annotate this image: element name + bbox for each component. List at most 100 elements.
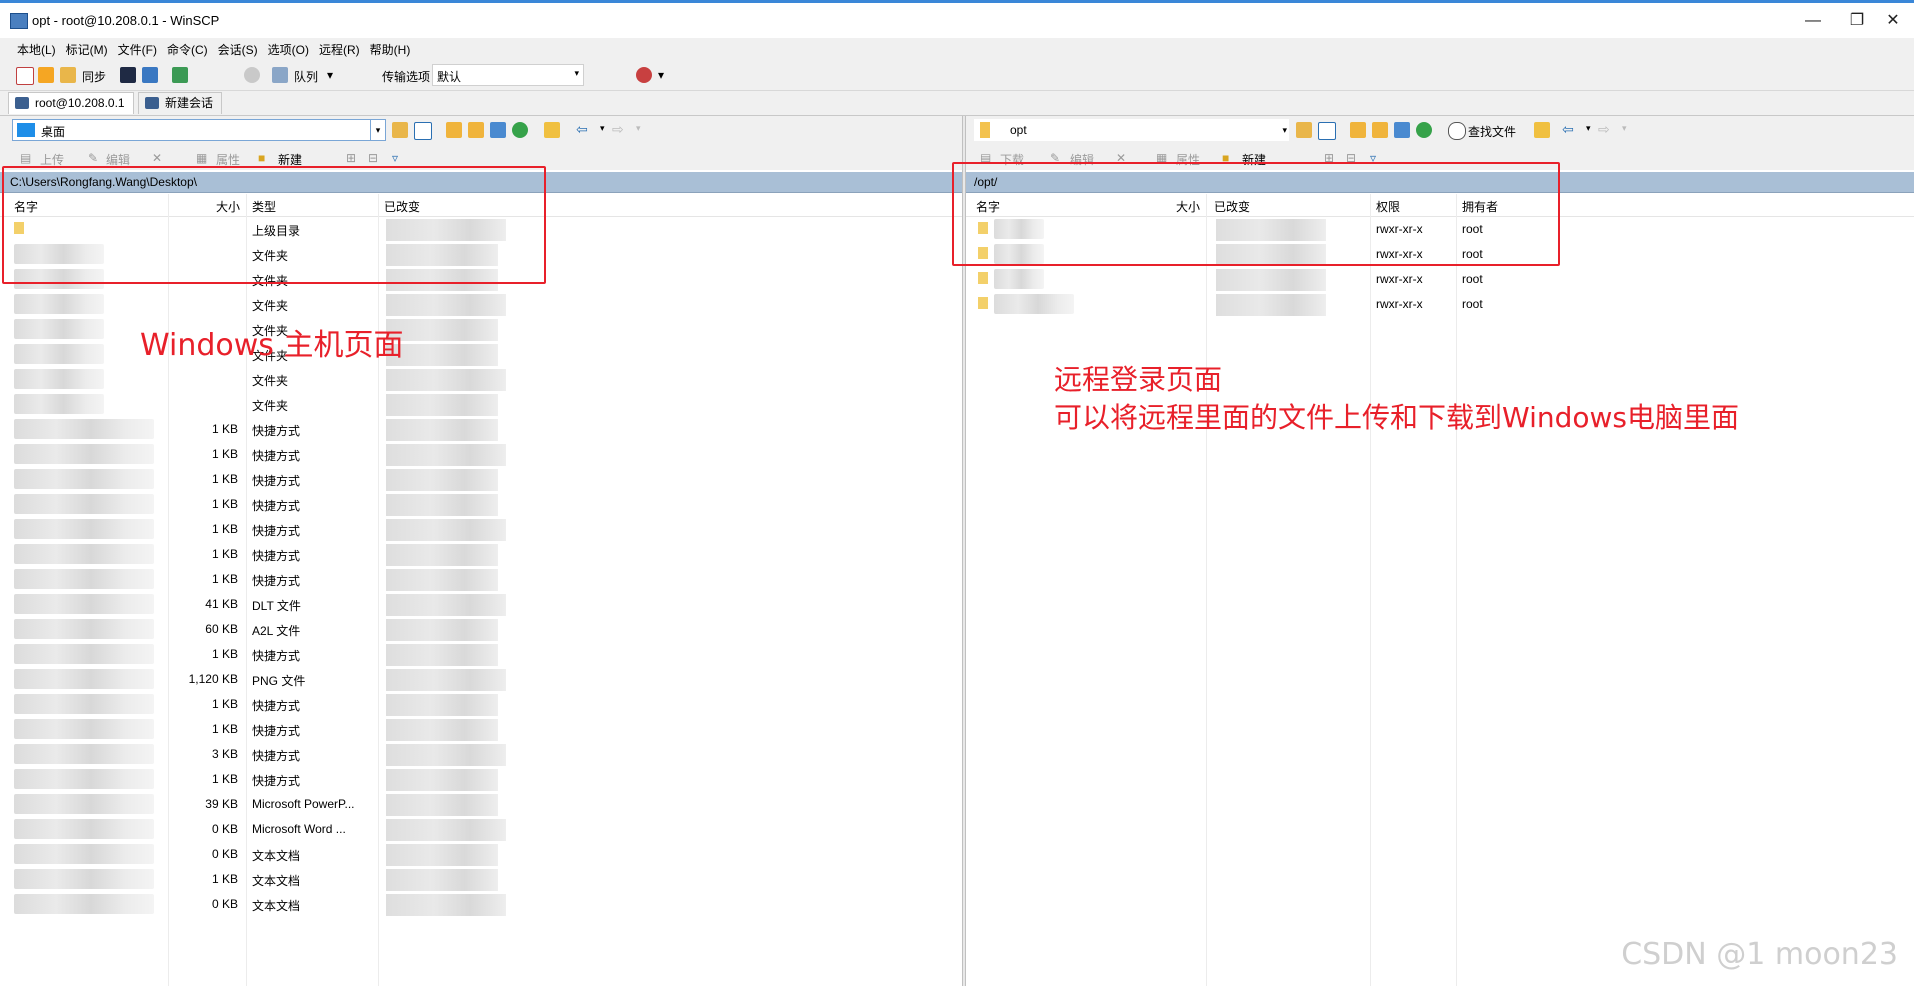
menu-file[interactable]: 文件(F) [113, 38, 162, 61]
menu-local[interactable]: 本地(L) [12, 38, 61, 61]
table-row[interactable]: 1 KB 快捷方式 [0, 766, 962, 791]
find-files-button[interactable]: 查找文件 [1468, 123, 1516, 140]
table-row[interactable]: rwxr-xr-x root [966, 266, 1914, 291]
transfer-preset-select[interactable]: 默认 ▾ [432, 64, 584, 86]
table-row[interactable]: 3 KB 快捷方式 [0, 741, 962, 766]
search-icon[interactable] [1448, 122, 1466, 140]
table-row[interactable]: 文件夹 [0, 291, 962, 316]
open-folder-icon[interactable] [1296, 122, 1312, 138]
disconnect-dropdown-icon[interactable]: ▾ [658, 68, 664, 82]
file-type: 快捷方式 [252, 449, 301, 463]
queue-dropdown-icon[interactable]: ▾ [327, 68, 333, 82]
forward-dropdown-icon[interactable]: ▾ [1622, 123, 1627, 134]
menu-help[interactable]: 帮助(H) [365, 38, 416, 61]
table-row[interactable]: 1 KB 快捷方式 [0, 691, 962, 716]
tab-session[interactable]: root@10.208.0.1 [8, 92, 134, 114]
table-row[interactable]: 1 KB 快捷方式 [0, 541, 962, 566]
redacted-modified-date [386, 444, 506, 466]
minimize-button[interactable]: — [1790, 7, 1836, 35]
properties-icon[interactable]: ▦ [196, 151, 207, 165]
back-icon[interactable]: ⇦ [576, 121, 588, 138]
menu-mark[interactable]: 标记(M) [61, 38, 113, 61]
explore-icon[interactable] [38, 67, 54, 83]
putty-icon[interactable] [142, 67, 158, 83]
upload-icon[interactable]: ▤ [20, 151, 31, 165]
table-row[interactable]: 1 KB 快捷方式 [0, 516, 962, 541]
tree-icon[interactable] [1534, 122, 1550, 138]
menu-command[interactable]: 命令(C) [162, 38, 213, 61]
refresh-icon[interactable] [512, 122, 528, 138]
compare-icon[interactable] [16, 67, 34, 85]
table-row[interactable]: 0 KB 文本文档 [0, 891, 962, 916]
parent-dir-icon[interactable] [1350, 122, 1366, 138]
tab-new-session[interactable]: 新建会话 [138, 92, 223, 114]
root-dir-icon[interactable] [468, 122, 484, 138]
parent-dir-icon[interactable] [446, 122, 462, 138]
back-dropdown-icon[interactable]: ▾ [600, 123, 605, 134]
table-row[interactable]: 0 KB Microsoft Word ... [0, 816, 962, 841]
file-type: 快捷方式 [252, 774, 301, 788]
redacted-file-name [14, 619, 154, 639]
gear-icon[interactable] [244, 67, 260, 83]
queue-button[interactable]: 队列 [294, 68, 318, 85]
table-row[interactable]: 文件夹 [0, 366, 962, 391]
table-row[interactable]: 1 KB 快捷方式 [0, 491, 962, 516]
new-folder-icon[interactable]: ■ [258, 151, 265, 165]
file-owner: root [1462, 272, 1483, 286]
table-row[interactable]: 1 KB 快捷方式 [0, 416, 962, 441]
table-row[interactable]: 1 KB 快捷方式 [0, 441, 962, 466]
table-row[interactable]: 0 KB 文本文档 [0, 841, 962, 866]
deselect-icon[interactable]: ⊟ [368, 151, 378, 165]
table-row[interactable]: 39 KB Microsoft PowerP... [0, 791, 962, 816]
local-location-select[interactable]: 桌面 ▾ [12, 119, 386, 141]
file-size: 1 KB [211, 697, 238, 711]
open-folder-icon[interactable] [392, 122, 408, 138]
forward-icon[interactable]: ⇨ [1598, 121, 1610, 138]
table-row[interactable]: 1,120 KB PNG 文件 [0, 666, 962, 691]
table-row[interactable]: 1 KB 快捷方式 [0, 716, 962, 741]
sync-icon[interactable] [60, 67, 76, 83]
sync-button[interactable]: 同步 [82, 68, 106, 85]
root-dir-icon[interactable] [1372, 122, 1388, 138]
table-row[interactable]: 1 KB 快捷方式 [0, 466, 962, 491]
select-all-icon[interactable]: ⊞ [346, 151, 356, 165]
filter-icon[interactable] [1318, 122, 1336, 140]
tree-icon[interactable] [544, 122, 560, 138]
table-row[interactable]: 文件夹 [0, 391, 962, 416]
forward-dropdown-icon[interactable]: ▾ [636, 123, 641, 134]
menu-session[interactable]: 会话(S) [213, 38, 263, 61]
file-size: 1 KB [211, 447, 238, 461]
folder-icon [980, 122, 990, 138]
table-row[interactable]: 1 KB 文本文档 [0, 866, 962, 891]
refresh-icon[interactable] [1416, 122, 1432, 138]
redacted-file-name [14, 469, 154, 489]
file-size: 0 KB [211, 822, 238, 836]
back-icon[interactable]: ⇦ [1562, 121, 1574, 138]
back-dropdown-icon[interactable]: ▾ [1586, 123, 1591, 134]
table-row[interactable]: 41 KB DLT 文件 [0, 591, 962, 616]
redacted-file-name [14, 769, 154, 789]
table-row[interactable]: 1 KB 快捷方式 [0, 641, 962, 666]
transfer-icon[interactable] [172, 67, 188, 83]
menu-remote[interactable]: 远程(R) [314, 38, 365, 61]
table-row[interactable]: 1 KB 快捷方式 [0, 566, 962, 591]
remote-location-select[interactable]: opt ▾ [974, 119, 1289, 141]
file-size: 41 KB [205, 597, 238, 611]
forward-icon[interactable]: ⇨ [612, 121, 624, 138]
home-icon[interactable] [1394, 122, 1410, 138]
file-type: 快捷方式 [252, 649, 301, 663]
table-row[interactable]: 60 KB A2L 文件 [0, 616, 962, 641]
select-filter-icon[interactable]: ▿ [392, 151, 398, 165]
file-type: 文件夹 [252, 374, 289, 388]
disconnect-icon[interactable] [636, 67, 652, 83]
terminal-icon[interactable] [120, 67, 136, 83]
table-row[interactable]: rwxr-xr-x root [966, 291, 1914, 316]
home-icon[interactable] [490, 122, 506, 138]
edit-icon[interactable]: ✎ [88, 151, 98, 165]
delete-icon[interactable]: ✕ [152, 151, 162, 165]
file-size: 1,120 KB [188, 672, 238, 686]
queue-icon[interactable] [272, 67, 288, 83]
close-button[interactable]: ✕ [1870, 7, 1914, 35]
filter-icon[interactable] [414, 122, 432, 140]
menu-options[interactable]: 选项(O) [263, 38, 314, 61]
